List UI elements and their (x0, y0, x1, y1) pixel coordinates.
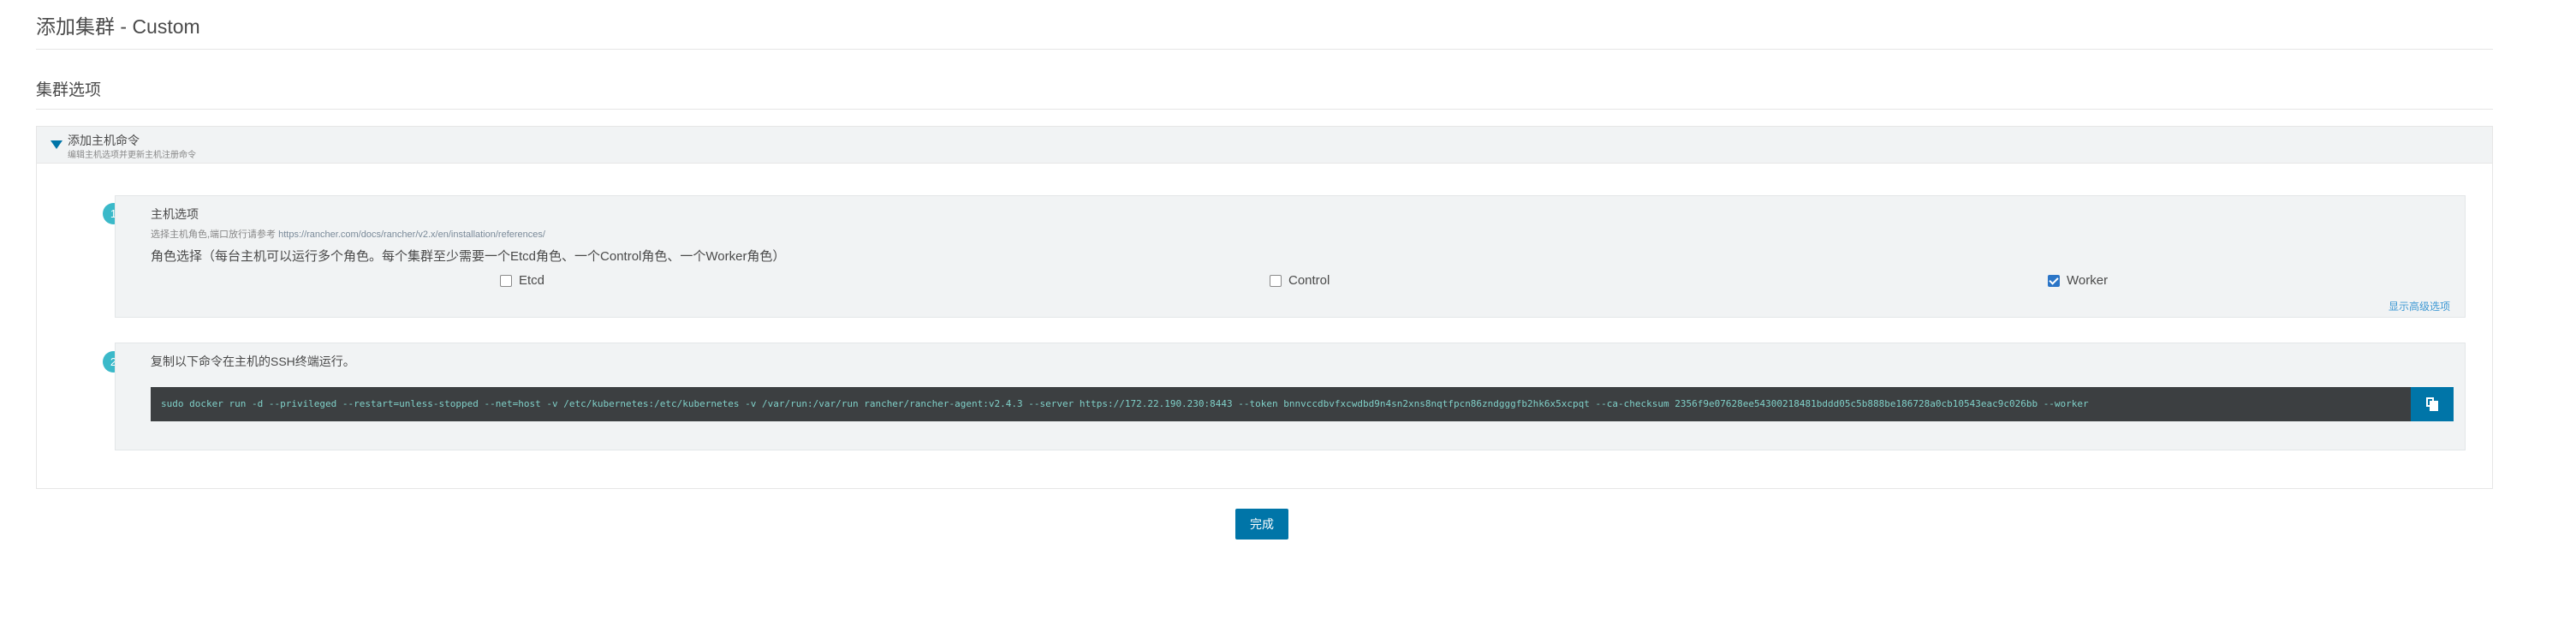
panel-subtitle: 编辑主机选项并更新主机注册命令 (68, 151, 196, 160)
show-advanced-options-link[interactable]: 显示高级选项 (2389, 299, 2450, 313)
ports-reference-link[interactable]: https://rancher.com/docs/rancher/v2.x/en… (278, 230, 545, 240)
control-checkbox[interactable] (1270, 274, 1282, 287)
copy-command-title: 复制以下命令在主机的SSH终端运行。 (151, 355, 355, 368)
panel-title: 添加主机命令 (68, 134, 140, 147)
section-divider (36, 109, 2493, 110)
panel-header[interactable]: 添加主机命令 编辑主机选项并更新主机注册命令 (37, 127, 2492, 164)
registration-command-box[interactable]: sudo docker run -d --privileged --restar… (151, 387, 2435, 421)
registration-command[interactable]: sudo docker run -d --privileged --restar… (161, 398, 2089, 409)
etcd-label: Etcd (519, 273, 545, 288)
worker-checkbox[interactable] (2048, 274, 2060, 287)
add-cluster-page: 添加集群 - Custom 集群选项 添加主机命令 编辑主机选项并更新主机注册命… (0, 0, 2576, 626)
host-options-title: 主机选项 (151, 207, 199, 221)
worker-label: Worker (2067, 273, 2109, 288)
section-title: 集群选项 (36, 81, 102, 99)
host-options-hint: 选择主机角色,端口放行请参考 https://rancher.com/docs/… (151, 227, 545, 241)
title-divider (36, 49, 2493, 50)
finish-button[interactable]: 完成 (1235, 509, 1288, 540)
etcd-role-option[interactable]: Etcd (500, 273, 544, 288)
control-role-option[interactable]: Control (1270, 273, 1330, 288)
control-label: Control (1288, 273, 1330, 288)
hint-text: 选择主机角色,端口放行请参考 (151, 230, 277, 240)
worker-role-option[interactable]: Worker (2048, 273, 2108, 288)
role-selection-text: 角色选择（每台主机可以运行多个角色。每个集群至少需要一个Etcd角色、一个Con… (151, 249, 786, 264)
collapse-triangle-icon[interactable] (51, 140, 62, 149)
etcd-checkbox[interactable] (500, 274, 512, 287)
copy-command-button[interactable] (2411, 387, 2454, 421)
page-title: 添加集群 - Custom (36, 15, 200, 38)
copy-icon (2426, 397, 2438, 411)
